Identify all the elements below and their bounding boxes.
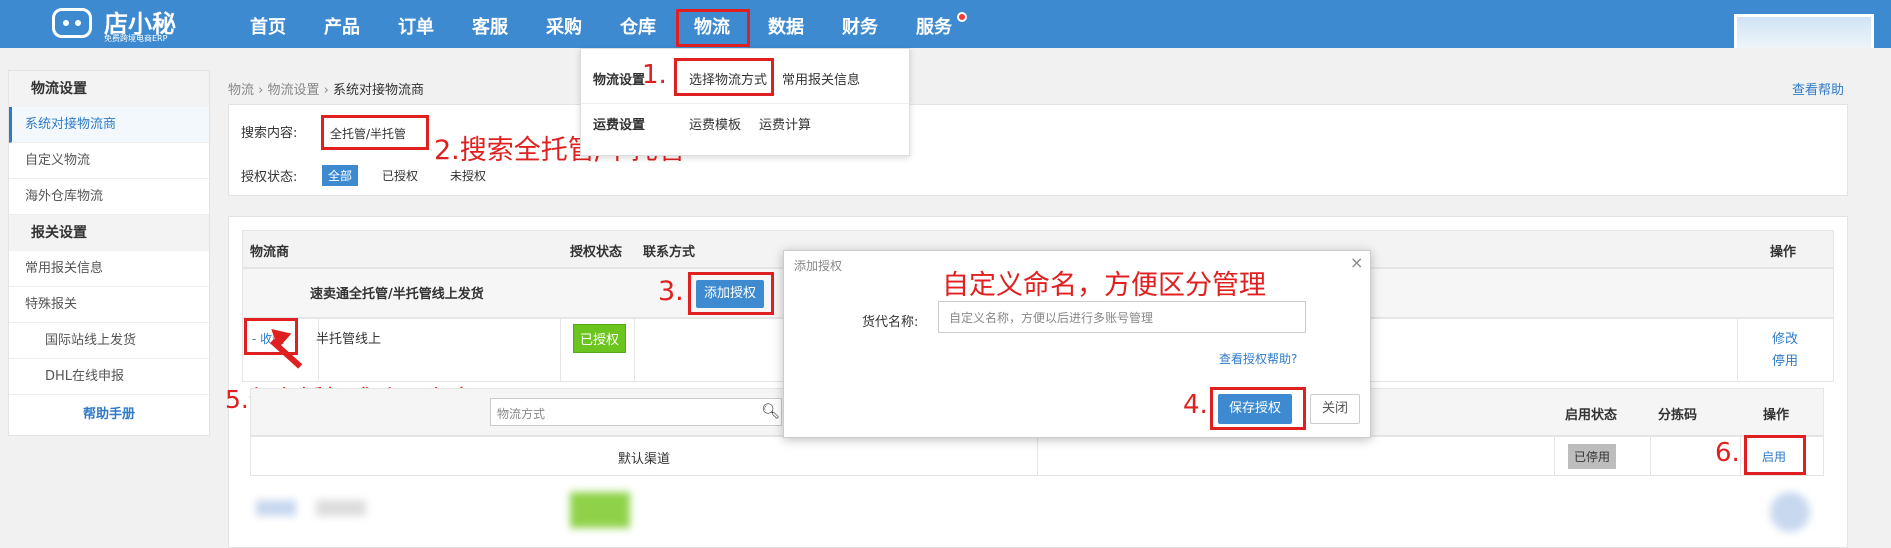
dropdown-title-freight: 运费设置 xyxy=(593,118,646,133)
highlight-select-logistics xyxy=(674,58,774,96)
view-help-link[interactable]: 查看帮助 xyxy=(1792,79,1844,98)
sidebar-item-system-carriers[interactable]: 系统对接物流商 xyxy=(9,107,209,143)
blurred-row xyxy=(250,486,1824,540)
sidebar-item-custom-logistics[interactable]: 自定义物流 xyxy=(9,143,209,179)
sidebar-item-dhl[interactable]: DHL在线申报 xyxy=(9,359,209,395)
sidebar-section-customs: 报关设置 xyxy=(9,215,209,251)
sidebar-item-customs-info[interactable]: 常用报关信息 xyxy=(9,251,209,287)
forwarder-name-label: 货代名称: xyxy=(862,315,919,330)
status-badge: 已授权 xyxy=(573,324,627,353)
breadcrumb-item[interactable]: 物流设置 xyxy=(268,83,320,98)
close-icon[interactable]: × xyxy=(1350,253,1363,272)
nav-item-data[interactable]: 数据 xyxy=(766,0,806,48)
robot-icon xyxy=(52,8,92,38)
group-title: 速卖通全托管/半托管线上发货 xyxy=(310,287,484,302)
auth-filter-unauthorized[interactable]: 未授权 xyxy=(444,165,492,186)
auth-status-label: 授权状态: xyxy=(241,170,298,185)
dropdown-title-logistics: 物流设置 xyxy=(593,73,646,88)
sidebar-item-overseas-warehouse[interactable]: 海外仓库物流 xyxy=(9,179,209,215)
sidebar-section-logistics: 物流设置 xyxy=(9,71,209,107)
annotation-step6: 6. xyxy=(1715,438,1740,468)
highlight-save xyxy=(1210,387,1306,430)
search-label: 搜索内容: xyxy=(241,126,298,141)
notification-dot xyxy=(957,12,967,22)
auth-filter-authorized[interactable]: 已授权 xyxy=(376,165,424,186)
menu-freight-template[interactable]: 运费模板 xyxy=(689,114,741,133)
close-button[interactable]: 关闭 xyxy=(1310,394,1360,424)
header-contact: 联系方式 xyxy=(643,245,696,260)
breadcrumb-current: 系统对接物流商 xyxy=(333,83,425,98)
search-icon[interactable]: 🔍︎ xyxy=(761,402,780,420)
nav-item-finance[interactable]: 财务 xyxy=(840,0,880,48)
header-auth-status: 授权状态 xyxy=(570,245,623,260)
menu-freight-calc[interactable]: 运费计算 xyxy=(759,114,811,133)
sidebar: 物流设置 系统对接物流商 自定义物流 海外仓库物流 报关设置 常用报关信息 特殊… xyxy=(8,70,210,436)
nav-item-orders[interactable]: 订单 xyxy=(396,0,436,48)
annotation-step3: 3. xyxy=(658,276,684,307)
disable-link[interactable]: 停用 xyxy=(1772,350,1798,369)
menu-customs-info[interactable]: 常用报关信息 xyxy=(782,69,860,88)
channel-name: 默认渠道 xyxy=(618,452,671,467)
sidebar-help-link[interactable]: 帮助手册 xyxy=(9,397,209,433)
annotation-custom-name: 自定义命名，方便区分管理 xyxy=(942,270,1266,301)
breadcrumb-item[interactable]: 物流 xyxy=(228,83,254,98)
nav-item-service[interactable]: 客服 xyxy=(470,0,510,48)
method-search-placeholder: 物流方式 xyxy=(497,407,546,421)
modal-title: 添加授权 xyxy=(794,259,843,273)
method-search-input[interactable]: 物流方式 🔍︎ xyxy=(490,398,782,426)
sidebar-item-intl-station[interactable]: 国际站线上发货 xyxy=(9,323,209,359)
auth-help-link[interactable]: 查看授权帮助? xyxy=(1219,350,1297,367)
nav-item-purchase[interactable]: 采购 xyxy=(544,0,584,48)
highlight-add-auth xyxy=(688,272,774,315)
nav-item-services[interactable]: 服务 xyxy=(914,0,954,48)
sub-header-status: 启用状态 xyxy=(1565,408,1618,423)
annotation-step1: 1. xyxy=(642,60,667,90)
header-actions: 操作 xyxy=(1770,245,1797,260)
annotation-step4: 4. xyxy=(1183,390,1208,420)
sub-header-code: 分拣码 xyxy=(1658,408,1698,423)
user-account-box[interactable] xyxy=(1734,14,1874,48)
forwarder-name-placeholder: 自定义名称，方便以后进行多账号管理 xyxy=(949,311,1154,325)
auth-filter-all[interactable]: 全部 xyxy=(322,165,359,186)
highlight-logistics xyxy=(676,9,750,47)
highlight-search xyxy=(321,115,429,150)
sidebar-item-special-customs[interactable]: 特殊报关 xyxy=(9,287,209,323)
logo-tagline: 免费跨境电商ERP xyxy=(104,34,168,43)
header-carrier: 物流商 xyxy=(250,245,290,260)
highlight-enable xyxy=(1744,435,1806,475)
nav-item-home[interactable]: 首页 xyxy=(248,0,288,48)
nav-item-warehouse[interactable]: 仓库 xyxy=(618,0,658,48)
breadcrumb: 物流 › 物流设置 › 系统对接物流商 xyxy=(228,83,425,98)
sub-header-actions: 操作 xyxy=(1763,408,1790,423)
channel-status-badge: 已停用 xyxy=(1568,444,1617,469)
nav-item-products[interactable]: 产品 xyxy=(322,0,362,48)
row-carrier-name: 半托管线上 xyxy=(316,332,382,347)
logo[interactable]: 店小秘 免费跨境电商ERP xyxy=(52,2,212,46)
forwarder-name-input[interactable]: 自定义名称，方便以后进行多账号管理 xyxy=(938,301,1306,333)
edit-link[interactable]: 修改 xyxy=(1772,328,1798,347)
